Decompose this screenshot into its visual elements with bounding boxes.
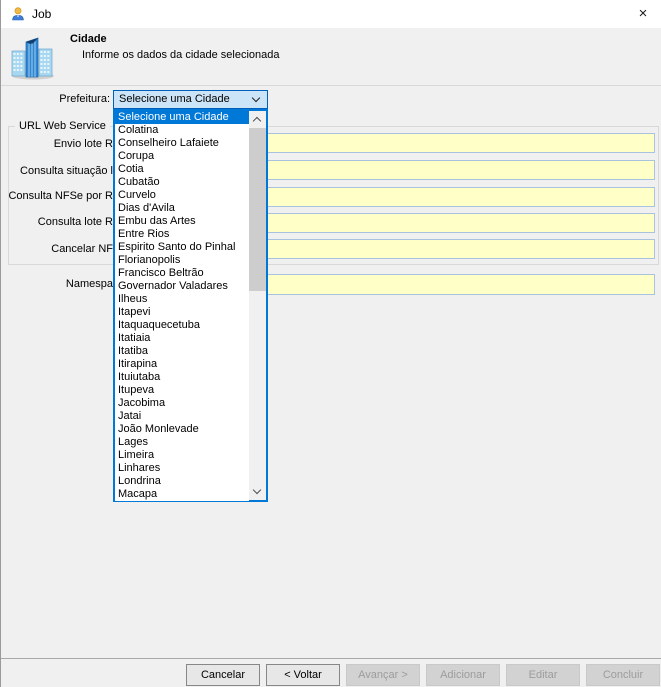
dropdown-option[interactable]: Londrina [115, 475, 249, 488]
dropdown-options: Selecione uma Cidade Colatina Conselheir… [115, 111, 249, 501]
dropdown-option[interactable]: Ituiutaba [115, 371, 249, 384]
dropdown-option[interactable]: Embu das Artes [115, 215, 249, 228]
back-button[interactable]: < Voltar [266, 664, 340, 686]
field-label: Consulta NFSe por R [0, 190, 113, 202]
dropdown-option[interactable]: Linhares [115, 462, 249, 475]
dropdown-option[interactable]: Curvelo [115, 189, 249, 202]
field-label: Namespa [0, 278, 113, 290]
wizard-buttons: Cancelar < Voltar Avançar > Adicionar Ed… [186, 664, 660, 686]
scrollbar-thumb[interactable] [249, 128, 266, 291]
dropdown-option[interactable]: Governador Valadares [115, 280, 249, 293]
city-combobox[interactable]: Selecione uma Cidade [113, 90, 268, 109]
field-label: Envio lote R [0, 138, 113, 150]
dropdown-option[interactable]: Conselheiro Lafaiete [115, 137, 249, 150]
dropdown-option[interactable]: Macapa [115, 488, 249, 501]
dropdown-option[interactable]: Colatina [115, 124, 249, 137]
dropdown-option[interactable]: Jatai [115, 410, 249, 423]
dropdown-option[interactable]: Corupa [115, 150, 249, 163]
dropdown-option[interactable]: Dias d'Avila [115, 202, 249, 215]
dropdown-option[interactable]: Lages [115, 436, 249, 449]
dropdown-option[interactable]: Itirapina [115, 358, 249, 371]
window-titlebar: Job × [0, 0, 661, 28]
page-subtitle: Informe os dados da cidade selecionada [82, 49, 280, 61]
namespace-input[interactable] [267, 274, 655, 295]
consulta-situacao-input[interactable] [267, 160, 655, 180]
chevron-down-icon [253, 486, 261, 494]
dropdown-scrollbar[interactable] [249, 111, 266, 500]
cancelar-nfse-input[interactable] [267, 239, 655, 259]
dropdown-option[interactable]: Cubatão [115, 176, 249, 189]
consulta-lote-input[interactable] [267, 213, 655, 233]
envio-lote-input[interactable] [267, 133, 655, 153]
add-button: Adicionar [426, 664, 500, 686]
dropdown-option[interactable]: Itapevi [115, 306, 249, 319]
edit-button: Editar [506, 664, 580, 686]
scroll-down-button[interactable] [249, 483, 266, 500]
next-button: Avançar > [346, 664, 420, 686]
field-label: Consulta situação l [0, 165, 113, 177]
page-title: Cidade [70, 33, 107, 45]
prefeitura-label: Prefeitura: [0, 93, 110, 105]
scroll-up-button[interactable] [249, 111, 266, 128]
chevron-down-icon [252, 94, 260, 102]
consulta-nfse-rps-input[interactable] [267, 187, 655, 207]
wizard-header: Cidade Informe os dados da cidade seleci… [0, 28, 661, 86]
job-dialog: Job × [0, 0, 661, 687]
city-dropdown-list: Selecione uma Cidade Colatina Conselheir… [113, 109, 268, 502]
dropdown-option[interactable]: Florianopolis [115, 254, 249, 267]
window-title: Job [32, 7, 51, 21]
dropdown-option[interactable]: Espirito Santo do Pinhal [115, 241, 249, 254]
cancel-button[interactable]: Cancelar [186, 664, 260, 686]
dropdown-option[interactable]: Itaquaquecetuba [115, 319, 249, 332]
dropdown-option[interactable]: Francisco Beltrão [115, 267, 249, 280]
dropdown-option[interactable]: Limeira [115, 449, 249, 462]
buttons-separator [0, 658, 661, 659]
user-icon [10, 6, 26, 22]
groupbox-label: URL Web Service [15, 120, 110, 132]
dropdown-option[interactable]: Itupeva [115, 384, 249, 397]
dropdown-option[interactable]: Selecione uma Cidade [115, 111, 249, 124]
dropdown-option[interactable]: Ilheus [115, 293, 249, 306]
dropdown-option[interactable]: Jacobima [115, 397, 249, 410]
window-edge-artifact [0, 0, 1, 687]
dropdown-option[interactable]: João Monlevade [115, 423, 249, 436]
buildings-icon [8, 35, 56, 85]
chevron-up-icon [253, 117, 261, 125]
field-label: Cancelar NF [0, 243, 113, 255]
dropdown-option[interactable]: Itatiaia [115, 332, 249, 345]
finish-button: Concluir [586, 664, 660, 686]
field-label: Consulta lote R [0, 216, 113, 228]
dropdown-option[interactable]: Cotia [115, 163, 249, 176]
close-icon[interactable]: × [633, 4, 653, 24]
dropdown-option[interactable]: Itatiba [115, 345, 249, 358]
dropdown-option[interactable]: Entre Rios [115, 228, 249, 241]
combobox-value: Selecione uma Cidade [119, 91, 230, 108]
